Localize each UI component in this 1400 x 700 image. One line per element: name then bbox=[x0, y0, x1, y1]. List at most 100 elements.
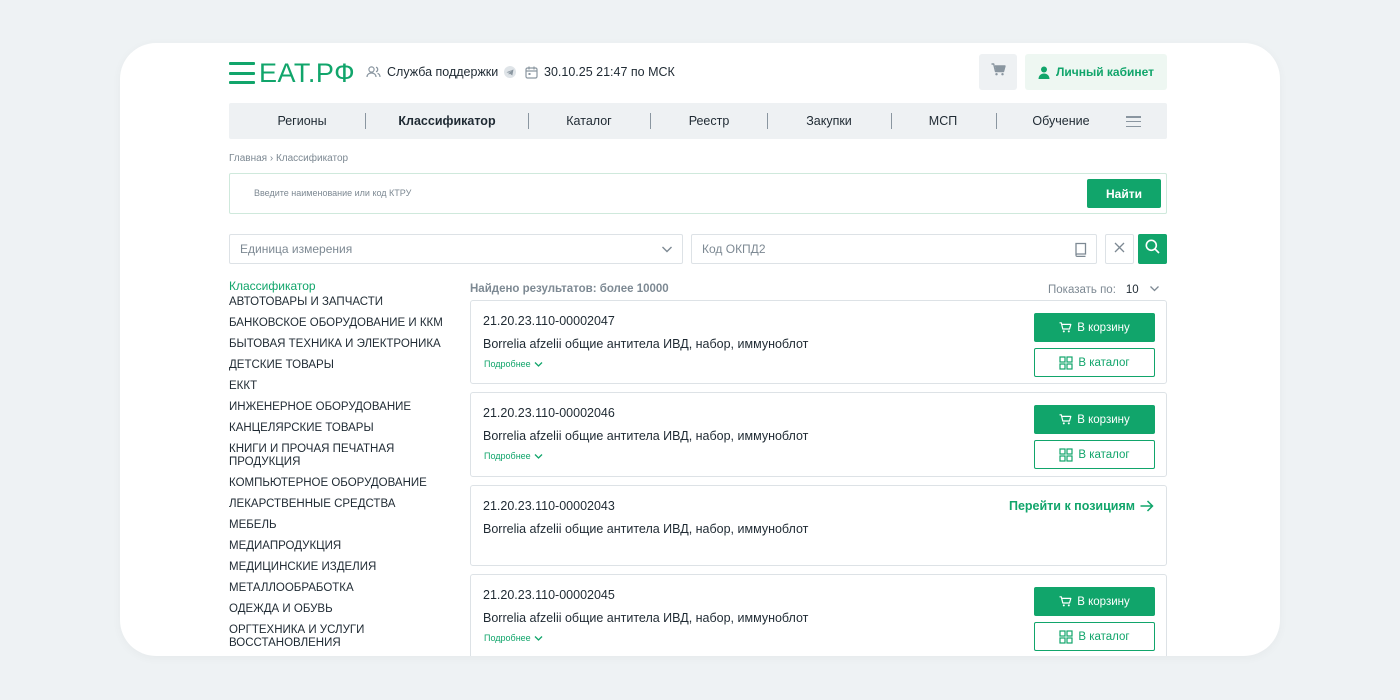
calendar-icon bbox=[525, 66, 538, 79]
search-icon bbox=[1145, 239, 1160, 259]
add-to-cart-button[interactable]: В корзину bbox=[1034, 405, 1155, 434]
breadcrumb[interactable]: Главная › Классификатор bbox=[229, 153, 348, 164]
sidebar-item[interactable]: ОДЕЖДА И ОБУВЬ bbox=[229, 603, 449, 616]
header: ЕАТ.РФ Служба поддержки 30.10.25 21:47 п… bbox=[229, 54, 1167, 90]
filter-search-button[interactable] bbox=[1138, 234, 1167, 264]
cart-icon bbox=[1059, 322, 1072, 333]
menu-icon[interactable] bbox=[1126, 116, 1141, 127]
search-input[interactable] bbox=[254, 174, 854, 212]
nav-divider bbox=[365, 113, 366, 129]
sidebar-item[interactable]: ОРГТЕХНИКА И УСЛУГИ ВОССТАНОВЛЕНИЯ bbox=[229, 624, 389, 650]
sidebar-item[interactable]: ЕККТ bbox=[229, 380, 449, 393]
datetime: 30.10.25 21:47 по МСК bbox=[525, 54, 675, 90]
find-button[interactable]: Найти bbox=[1087, 179, 1161, 208]
logo-text: ЕАТ.РФ bbox=[259, 58, 356, 88]
item-code[interactable]: 21.20.23.110-00002043 bbox=[483, 499, 615, 513]
grid-icon bbox=[1059, 629, 1073, 644]
add-to-cart-label: В корзину bbox=[1077, 595, 1130, 608]
users-icon bbox=[366, 66, 381, 78]
result-item: 21.20.23.110-00002047 Borrelia afzelii о… bbox=[470, 300, 1167, 384]
more-link[interactable]: Подробнее bbox=[484, 451, 543, 461]
nav-item-purchases[interactable]: Закупки bbox=[806, 103, 852, 139]
cabinet-button[interactable]: Личный кабинет bbox=[1025, 54, 1167, 90]
goto-positions-label: Перейти к позициям bbox=[1008, 499, 1135, 513]
support-label: Служба поддержки bbox=[387, 65, 499, 79]
close-icon bbox=[1114, 240, 1125, 258]
cart-button[interactable] bbox=[979, 54, 1017, 90]
add-to-cart-button[interactable]: В корзину bbox=[1034, 587, 1155, 616]
support-link[interactable]: Служба поддержки bbox=[366, 54, 517, 90]
sidebar-item[interactable]: БАНКОВСКОЕ ОБОРУДОВАНИЕ И ККМ bbox=[229, 317, 449, 330]
cart-icon bbox=[1059, 596, 1072, 607]
more-link[interactable]: Подробнее bbox=[484, 633, 543, 643]
more-label: Подробнее bbox=[484, 633, 531, 643]
per-page-label: Показать по: bbox=[1048, 284, 1116, 296]
goto-positions-link[interactable]: Перейти к позициям bbox=[1009, 499, 1154, 513]
nav-divider bbox=[767, 113, 768, 129]
nav-item-catalog[interactable]: Каталог bbox=[566, 103, 611, 139]
sidebar-item[interactable]: МЕБЕЛЬ bbox=[229, 519, 449, 532]
nav-item-registry[interactable]: Реестр bbox=[689, 103, 730, 139]
to-catalog-button[interactable]: В каталог bbox=[1034, 622, 1155, 651]
cart-icon bbox=[991, 63, 1006, 81]
results-count: Найдено результатов: более 10000 bbox=[470, 283, 669, 295]
cart-icon bbox=[1059, 414, 1072, 425]
sidebar-title[interactable]: Классификатор bbox=[229, 279, 449, 294]
add-to-cart-label: В корзину bbox=[1077, 321, 1130, 334]
datetime-label: 30.10.25 21:47 по МСК bbox=[544, 65, 675, 79]
to-catalog-button[interactable]: В каталог bbox=[1034, 348, 1155, 377]
to-catalog-button[interactable]: В каталог bbox=[1034, 440, 1155, 469]
grid-icon bbox=[1059, 447, 1073, 462]
item-code[interactable]: 21.20.23.110-00002047 bbox=[483, 314, 615, 328]
nav-item-regions[interactable]: Регионы bbox=[277, 103, 326, 139]
clear-filters-button[interactable] bbox=[1105, 234, 1134, 264]
to-catalog-label: В каталог bbox=[1078, 448, 1130, 461]
nav-item-msp[interactable]: МСП bbox=[929, 103, 957, 139]
sidebar-item[interactable]: КАНЦЕЛЯРСКИЕ ТОВАРЫ bbox=[229, 422, 449, 435]
more-link[interactable]: Подробнее bbox=[484, 359, 543, 369]
okpd-field[interactable]: Код ОКПД2 bbox=[691, 234, 1097, 264]
chevron-down-icon bbox=[534, 634, 543, 643]
nav-divider bbox=[996, 113, 997, 129]
sidebar-item[interactable]: МЕДИАПРОДУКЦИЯ bbox=[229, 540, 449, 553]
page-card: ЕАТ.РФ Служба поддержки 30.10.25 21:47 п… bbox=[120, 43, 1280, 656]
sidebar-item[interactable]: КОМПЬЮТЕРНОЕ ОБОРУДОВАНИЕ bbox=[229, 477, 449, 490]
search-bar: Найти bbox=[229, 173, 1167, 214]
logo-lines-icon bbox=[229, 62, 255, 84]
more-label: Подробнее bbox=[484, 451, 531, 461]
chevron-down-icon bbox=[534, 452, 543, 461]
unit-select-label: Единица измерения bbox=[240, 242, 353, 256]
per-page-select[interactable]: Показать по: 10 bbox=[1048, 283, 1160, 297]
sidebar-item[interactable]: ЛЕКАРСТВЕННЫЕ СРЕДСТВА bbox=[229, 498, 449, 511]
user-icon bbox=[1038, 66, 1050, 79]
nav-item-classifier[interactable]: Классификатор bbox=[398, 103, 495, 139]
sidebar-item[interactable]: ДЕТСКИЕ ТОВАРЫ bbox=[229, 359, 449, 372]
arrow-right-icon bbox=[1140, 500, 1154, 512]
book-icon[interactable] bbox=[1074, 242, 1088, 257]
chevron-down-icon bbox=[534, 360, 543, 369]
nav-item-education[interactable]: Обучение bbox=[1032, 103, 1089, 139]
nav-divider bbox=[650, 113, 651, 129]
okpd-field-label: Код ОКПД2 bbox=[702, 242, 766, 256]
item-code[interactable]: 21.20.23.110-00002046 bbox=[483, 406, 615, 420]
unit-select[interactable]: Единица измерения bbox=[229, 234, 683, 264]
sidebar-item[interactable]: МЕДИЦИНСКИЕ ИЗДЕЛИЯ bbox=[229, 561, 449, 574]
page-content: ЕАТ.РФ Служба поддержки 30.10.25 21:47 п… bbox=[229, 43, 1167, 656]
sidebar-item[interactable]: АВТОТОВАРЫ И ЗАПЧАСТИ bbox=[229, 296, 449, 309]
sidebar-item[interactable]: МЕТАЛЛООБРАБОТКА bbox=[229, 582, 449, 595]
item-code[interactable]: 21.20.23.110-00002045 bbox=[483, 588, 615, 602]
per-page-value: 10 bbox=[1125, 284, 1139, 296]
result-item: 21.20.23.110-00002045 Borrelia afzelii о… bbox=[470, 574, 1167, 656]
to-catalog-label: В каталог bbox=[1078, 630, 1130, 643]
chevron-down-icon bbox=[660, 242, 674, 256]
grid-icon bbox=[1059, 355, 1073, 370]
result-item: 21.20.23.110-00002046 Borrelia afzelii о… bbox=[470, 392, 1167, 477]
telegram-icon[interactable] bbox=[504, 66, 517, 78]
sidebar-item[interactable]: КНИГИ И ПРОЧАЯ ПЕЧАТНАЯ ПРОДУКЦИЯ bbox=[229, 443, 409, 469]
item-name: Borrelia afzelii общие антитела ИВД, наб… bbox=[483, 522, 809, 536]
chevron-down-icon bbox=[1149, 283, 1160, 297]
add-to-cart-button[interactable]: В корзину bbox=[1034, 313, 1155, 342]
sidebar-item[interactable]: БЫТОВАЯ ТЕХНИКА И ЭЛЕКТРОНИКА bbox=[229, 338, 449, 351]
logo[interactable]: ЕАТ.РФ bbox=[229, 59, 355, 87]
sidebar-item[interactable]: ИНЖЕНЕРНОЕ ОБОРУДОВАНИЕ bbox=[229, 401, 449, 414]
